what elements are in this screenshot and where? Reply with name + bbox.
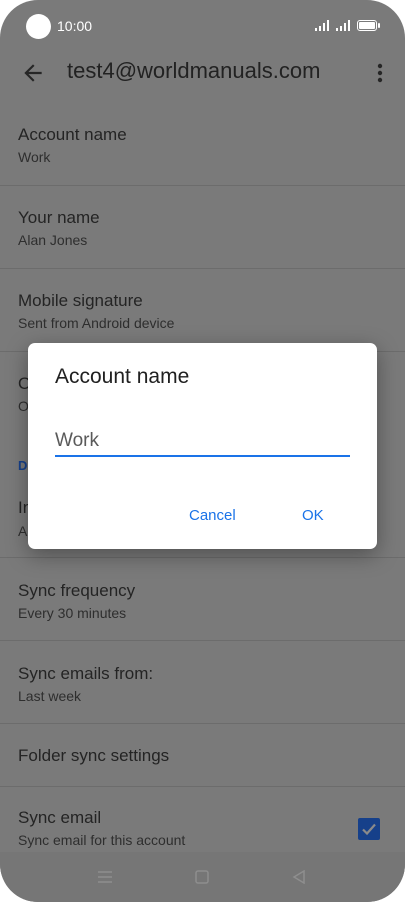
setting-account-name[interactable]: Account name Work: [0, 106, 405, 186]
setting-title: Your name: [18, 208, 100, 227]
app-bar: test4@worldmanuals.com: [0, 52, 405, 94]
setting-value: Every 30 minutes: [18, 605, 127, 621]
setting-title: Folder sync settings: [18, 746, 170, 765]
setting-title: Sync frequency: [18, 581, 136, 600]
dialog-title: Account name: [55, 365, 190, 388]
phone-screen: 10:00 test4@worldmanuals.com Account nam…: [0, 0, 405, 902]
battery-tip: [378, 23, 380, 28]
setting-value: A: [18, 523, 28, 539]
menu-icon[interactable]: [97, 870, 113, 884]
signal-icon: [336, 19, 350, 31]
checkmark-icon: [362, 823, 376, 836]
setting-title: Account name: [18, 125, 127, 144]
setting-sync-email[interactable]: Sync email Sync email for this account: [0, 787, 405, 853]
battery-icon: [357, 20, 377, 31]
camera-cutout: [26, 14, 51, 39]
setting-value: Sent from Android device: [18, 315, 175, 331]
setting-title: Sync email: [18, 808, 102, 827]
setting-your-name[interactable]: Your name Alan Jones: [0, 186, 405, 269]
arrow-left-icon[interactable]: [20, 60, 46, 86]
setting-folder-sync[interactable]: Folder sync settings: [0, 724, 405, 787]
home-icon[interactable]: [195, 870, 209, 884]
setting-value: Sync email for this account: [18, 832, 186, 848]
setting-value: Last week: [18, 688, 82, 704]
navigation-bar: [0, 852, 405, 902]
back-triangle-icon[interactable]: [292, 870, 306, 884]
setting-mobile-signature[interactable]: Mobile signature Sent from Android devic…: [0, 269, 405, 352]
setting-sync-frequency[interactable]: Sync frequency Every 30 minutes: [0, 558, 405, 641]
cancel-button[interactable]: Cancel: [189, 507, 236, 524]
setting-value: Alan Jones: [18, 232, 88, 248]
account-name-input[interactable]: [55, 427, 350, 457]
setting-title: Sync emails from:: [18, 664, 154, 683]
status-time: 10:00: [57, 18, 93, 34]
status-bar: 10:00: [0, 0, 405, 52]
setting-title: Mobile signature: [18, 291, 143, 310]
ok-button[interactable]: OK: [302, 507, 324, 524]
section-header: D: [18, 458, 28, 473]
page-title: test4@worldmanuals.com: [67, 58, 321, 83]
signal-icon: [315, 19, 329, 31]
account-name-dialog: Account name Cancel OK: [28, 343, 377, 549]
setting-sync-emails-from[interactable]: Sync emails from: Last week: [0, 641, 405, 724]
sync-email-checkbox[interactable]: [358, 818, 380, 840]
more-vert-icon[interactable]: [372, 61, 388, 85]
setting-value: Work: [18, 149, 51, 165]
